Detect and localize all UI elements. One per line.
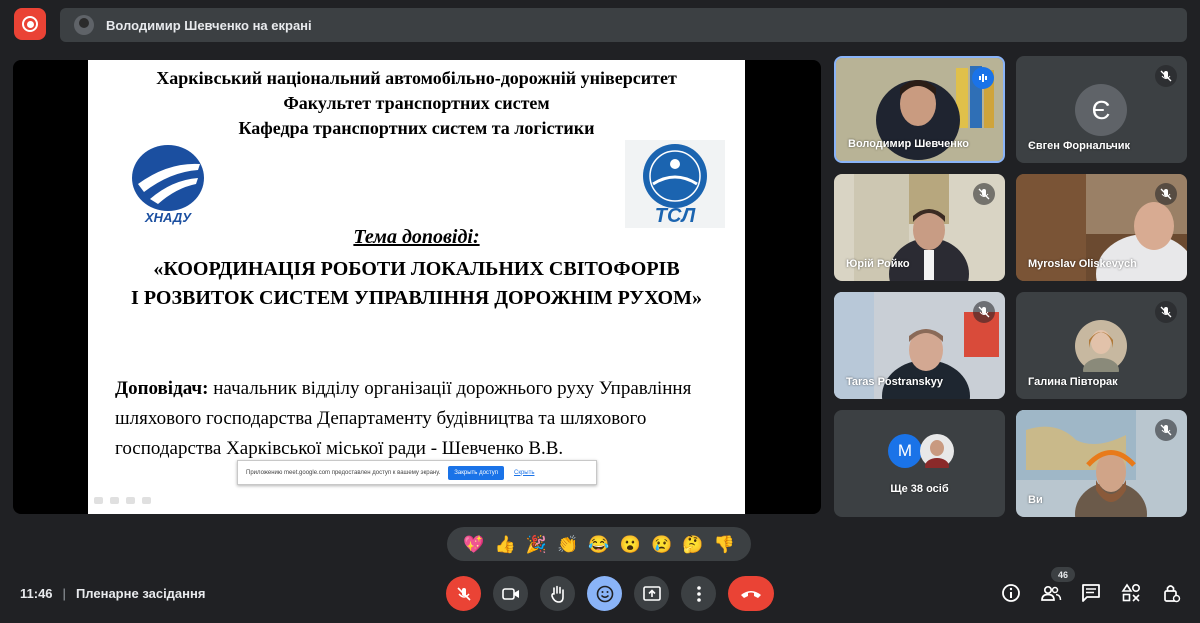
reaction-surprised[interactable]: 😮	[620, 536, 641, 553]
participant-avatar: M	[888, 434, 922, 468]
slide-speaker: Доповідач: начальник відділу організації…	[115, 374, 735, 464]
participant-tile[interactable]: Taras Postranskyy	[834, 292, 1005, 399]
slide-back-icon[interactable]	[94, 497, 103, 504]
present-icon	[642, 585, 661, 601]
more-participants-label: Ще 38 осіб	[890, 483, 949, 495]
slide-toolbar	[94, 497, 151, 504]
meeting-name: Пленарне засідання	[75, 586, 206, 601]
top-bar: Володимир Шевченко на екрані	[0, 0, 1200, 48]
mic-off-icon	[456, 586, 471, 601]
participant-name: Галина Півторак	[1028, 376, 1118, 388]
slide-pen-icon[interactable]	[110, 497, 119, 504]
participant-name: Ви	[1028, 494, 1043, 506]
reactions-button[interactable]	[587, 576, 622, 611]
participant-tile[interactable]: Володимир Шевченко	[834, 56, 1005, 163]
participant-name: Myroslav Oliskevych	[1028, 258, 1137, 270]
screen-share-notice: Приложению meet.google.com предоставлен …	[237, 460, 597, 485]
mic-off-icon	[1155, 183, 1177, 205]
mic-off-icon	[973, 183, 995, 205]
presentation-slide: Харківський національний автомобільно-до…	[88, 60, 745, 514]
recording-button[interactable]	[14, 8, 46, 40]
mic-off-icon	[973, 301, 995, 323]
call-controls	[446, 576, 774, 611]
participant-name: Юрій Ройко	[846, 258, 910, 270]
slide-header-faculty: Факультет транспортних систем	[283, 93, 550, 113]
side-panel-controls	[998, 580, 1184, 606]
meeting-info: 11:46 | Пленарне засідання	[20, 586, 205, 601]
speaking-indicator-icon	[972, 67, 994, 89]
mic-off-icon	[1155, 65, 1177, 87]
slide-header-department: Кафедра транспортних систем та логістики	[238, 118, 595, 138]
participant-tile[interactable]: Myroslav Oliskevych	[1016, 174, 1187, 281]
participant-name: Євген Форнальчик	[1028, 140, 1131, 152]
reaction-party-popper[interactable]: 🎉	[526, 536, 547, 553]
stop-sharing-button[interactable]: Закрыть доступ	[448, 465, 504, 480]
participant-tile[interactable]: Галина Півторак	[1016, 292, 1187, 399]
presenter-avatar	[74, 15, 94, 35]
khnadu-logo: ХНАДУ	[132, 145, 204, 225]
more-participants-tile[interactable]: M Ще 38 осіб	[834, 410, 1005, 517]
hide-notice-link[interactable]: Скрыть	[514, 470, 534, 476]
participant-avatar: Є	[1075, 84, 1127, 136]
more-icon	[696, 585, 701, 602]
meeting-details-button[interactable]	[998, 580, 1024, 606]
share-notice-text: Приложению meet.google.com предоставлен …	[246, 469, 441, 476]
reaction-thumbs-up[interactable]: 👍	[494, 536, 515, 553]
participant-avatar	[920, 434, 954, 468]
leave-call-button[interactable]	[728, 576, 774, 611]
slide-header-university: Харківський національний автомобільно-до…	[156, 68, 677, 88]
slide-title-line-2: І РОЗВИТОК СИСТЕМ УПРАВЛІННЯ ДОРОЖНІМ РУ…	[131, 287, 702, 309]
chat-button[interactable]	[1078, 580, 1104, 606]
reaction-thumbs-down[interactable]: 👎	[714, 536, 735, 553]
more-options-button[interactable]	[681, 576, 716, 611]
slide-menu-icon[interactable]	[126, 497, 135, 504]
participant-tile[interactable]: Є Євген Форнальчик	[1016, 56, 1187, 163]
mic-off-icon	[1155, 301, 1177, 323]
raise-hand-button[interactable]	[540, 576, 575, 611]
reaction-thinking[interactable]: 🤔	[682, 536, 703, 553]
participant-name: Володимир Шевченко	[848, 138, 969, 150]
slide-title-line-1: «КООРДИНАЦІЯ РОБОТИ ЛОКАЛЬНИХ СВІТОФОРІВ	[153, 258, 680, 280]
host-controls-button[interactable]	[1158, 580, 1184, 606]
clock: 11:46	[20, 586, 53, 601]
slide-topic-label: Тема доповіді:	[353, 226, 480, 248]
presenting-banner[interactable]: Володимир Шевченко на екрані	[60, 8, 1187, 42]
reactions-bar: 💖 👍 🎉 👏 😂 😮 😢 🤔 👎	[447, 527, 751, 561]
svg-text:ХНАДУ: ХНАДУ	[144, 210, 192, 225]
reaction-clapping[interactable]: 👏	[557, 536, 578, 553]
record-icon	[22, 16, 38, 32]
reaction-sparkling-heart[interactable]: 💖	[463, 536, 484, 553]
present-button[interactable]	[634, 576, 669, 611]
camera-icon	[501, 587, 519, 600]
svg-text:ТСЛ: ТСЛ	[655, 205, 697, 227]
host-controls-icon	[1164, 585, 1181, 603]
info-icon	[1002, 584, 1020, 602]
camera-toggle-button[interactable]	[493, 576, 528, 611]
self-tile[interactable]: Ви	[1016, 410, 1187, 517]
speaker-label: Доповідач:	[115, 378, 209, 399]
presenting-text: Володимир Шевченко на екрані	[106, 17, 312, 33]
people-icon	[1041, 585, 1062, 601]
chat-icon	[1082, 584, 1100, 602]
participant-avatar	[1075, 320, 1127, 372]
end-call-icon	[741, 590, 761, 598]
participant-tile[interactable]: Юрій Ройко	[834, 174, 1005, 281]
reaction-crying[interactable]: 😢	[651, 536, 672, 553]
tsl-logo: ТСЛ	[625, 140, 725, 228]
raise-hand-icon	[550, 585, 564, 603]
mic-off-icon	[1155, 419, 1177, 441]
activities-icon	[1121, 583, 1141, 602]
mic-toggle-button[interactable]	[446, 576, 481, 611]
separator: |	[62, 586, 66, 601]
reaction-joy[interactable]: 😂	[588, 536, 609, 553]
emoji-icon	[596, 585, 613, 602]
slide-forward-icon[interactable]	[142, 497, 151, 504]
people-button[interactable]	[1038, 580, 1064, 606]
presentation-stage[interactable]: Харківський національний автомобільно-до…	[13, 60, 821, 514]
activities-button[interactable]	[1118, 580, 1144, 606]
participant-name: Taras Postranskyy	[846, 376, 944, 388]
